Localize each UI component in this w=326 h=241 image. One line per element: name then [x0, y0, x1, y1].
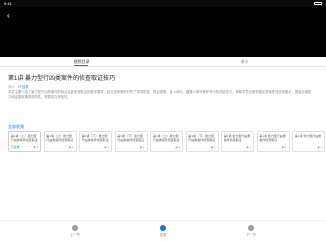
video-card-title: 第1讲 暴力型行凶类案件侦查取证: [259, 133, 286, 142]
prev-icon: [72, 225, 78, 231]
next-icon: [248, 225, 254, 231]
video-card-title: 第1讲（上）暴力型行凶类案件侦查取证技巧: [46, 133, 74, 142]
next-lesson-button[interactable]: 下一节: [221, 225, 281, 237]
course-title: 第1讲 暴力型行凶类案件的侦查取证技巧: [8, 76, 116, 82]
meta-label: 共计: [8, 85, 15, 89]
catalog-icon: [160, 225, 166, 231]
video-card-footer: 已完成 ▶1: [11, 145, 38, 149]
video-card-plays: ▶1: [140, 145, 144, 149]
video-card[interactable]: 第1讲（上）暴力型行凶类案件侦查取证技巧已完成 ▶1: [8, 131, 41, 152]
video-card-status: 已完成: [11, 145, 20, 149]
video-card[interactable]: 第1讲（下）暴力型行凶类案件侦查取证技巧 ▶1: [185, 131, 219, 152]
next-lesson-label: 下一节: [246, 233, 256, 237]
video-card[interactable]: 第1讲（下）暴力型行凶类案件侦查取证技巧 ▶1: [79, 131, 112, 152]
video-player[interactable]: ‹: [0, 7, 326, 57]
video-card-footer: ▶1: [47, 145, 73, 149]
video-card-plays: ▶1: [318, 145, 322, 149]
video-card-footer: ▶1: [295, 145, 322, 149]
video-card[interactable]: 第1讲（下）暴力型行凶类案件侦查取证技巧 ▶1: [114, 131, 148, 152]
status-bar: 9:41: [0, 0, 326, 7]
catalog-label: 目录: [159, 233, 167, 237]
video-card[interactable]: 第1讲 暴力型行凶类 ▶1: [292, 131, 325, 152]
prev-lesson-label: 上一节: [70, 233, 80, 237]
active-tab-indicator: [74, 65, 88, 66]
video-card-title: 第1讲 暴力型行凶类: [294, 133, 322, 138]
video-card[interactable]: 第1讲（上）暴力型行凶类案件侦查取证技巧 ▶1: [43, 131, 77, 152]
video-card-list: 第1讲（上）暴力型行凶类案件侦查取证技巧已完成▶1第1讲（上）暴力型行凶类案件侦…: [8, 131, 326, 153]
back-arrow-icon[interactable]: ‹: [7, 12, 15, 20]
status-time: 9:41: [4, 1, 12, 6]
video-card-plays: ▶1: [247, 145, 251, 149]
video-card-title: 第1讲（上）暴力型行凶类案件侦查取证技巧: [10, 133, 38, 142]
video-card-footer: ▶1: [260, 145, 286, 149]
bottom-nav: 上一节 目录 下一节: [0, 220, 326, 241]
course-description: 本讲主要介绍了暴力型行凶类案件的特点及其侦查取证的基本要求，结合具体案例分析了现…: [8, 90, 312, 99]
video-card-play-count: 1: [320, 145, 322, 149]
video-card-plays: ▶1: [211, 145, 215, 149]
video-card-play-count: 1: [249, 145, 251, 149]
course-meta: 共计 1个目录: [8, 84, 29, 89]
tab-notes[interactable]: 讲义: [163, 58, 326, 66]
video-card-plays: ▶1: [34, 145, 38, 149]
video-card-title: 第1讲（下）暴力型行凶类案件侦查取证技巧: [188, 133, 216, 142]
video-card-plays: ▶1: [105, 145, 109, 149]
catalog-button[interactable]: 目录: [133, 225, 193, 237]
video-card-plays: ▶1: [282, 145, 286, 149]
video-card-play-count: 1: [107, 145, 109, 149]
meta-count: 1个目录: [17, 85, 29, 89]
video-card-play-count: 1: [284, 145, 287, 149]
video-card-footer: ▶1: [189, 145, 215, 149]
video-card-plays: ▶1: [176, 145, 180, 149]
video-card-footer: ▶1: [153, 145, 180, 149]
video-card-title: 第1讲 暴力型行凶类案件侦查取证: [223, 133, 251, 142]
video-card-title: 第1讲（下）暴力型行凶类案件侦查取证技巧: [81, 133, 109, 142]
video-card-play-count: 1: [36, 145, 38, 149]
video-card-play-count: 1: [213, 145, 216, 149]
video-card-title: 第1讲（上）暴力型行凶类案件侦查取证技巧: [152, 133, 180, 142]
tab-bar: 视频目录 讲义: [0, 58, 326, 67]
video-card-footer: ▶1: [118, 145, 144, 149]
prev-lesson-button[interactable]: 上一节: [45, 225, 105, 237]
video-card-play-count: 1: [178, 145, 180, 149]
video-card-play-count: 1: [142, 145, 145, 149]
video-card-footer: ▶1: [224, 145, 251, 149]
video-card[interactable]: 第1讲 暴力型行凶类案件侦查取证 ▶1: [256, 131, 290, 152]
video-card-title: 第1讲（下）暴力型行凶类案件侦查取证技巧: [117, 133, 145, 142]
video-card[interactable]: 第1讲 暴力型行凶类案件侦查取证 ▶1: [221, 131, 254, 152]
video-card[interactable]: 第1讲（上）暴力型行凶类案件侦查取证技巧 ▶1: [150, 131, 183, 152]
video-card-plays: ▶1: [69, 145, 73, 149]
battery-icon: [314, 2, 322, 5]
video-card-play-count: 1: [71, 145, 74, 149]
section-title: 全部视频: [8, 124, 24, 129]
video-card-footer: ▶1: [82, 145, 109, 149]
